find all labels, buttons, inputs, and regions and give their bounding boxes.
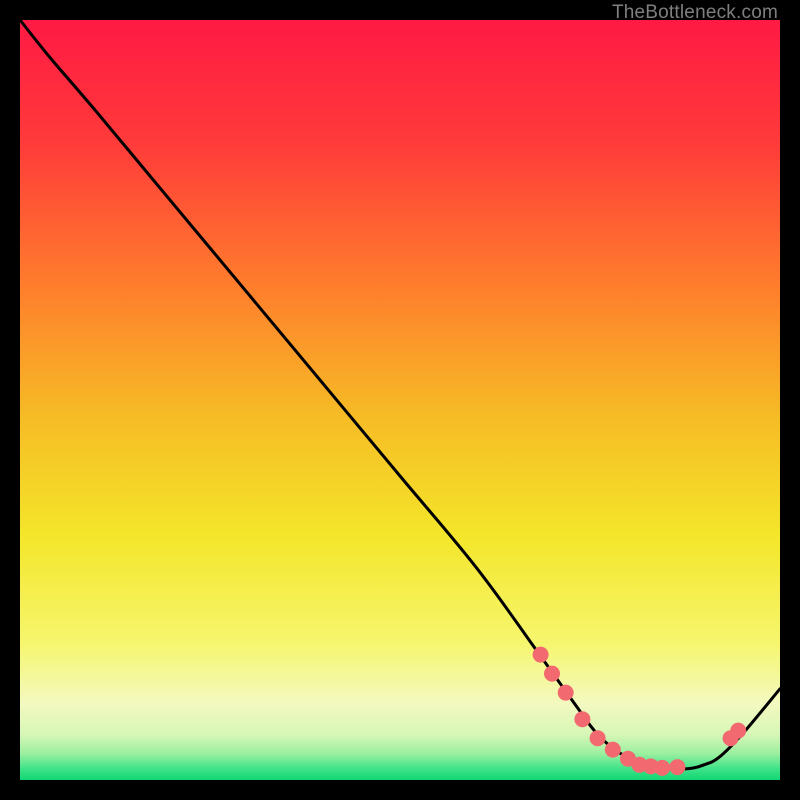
curve-layer <box>20 20 780 780</box>
data-dot <box>730 723 746 739</box>
data-dot <box>654 760 670 776</box>
chart-stage: TheBottleneck.com <box>0 0 800 800</box>
data-dot <box>590 730 606 746</box>
bottleneck-curve <box>20 20 780 769</box>
data-dot <box>558 685 574 701</box>
data-dot <box>605 742 621 758</box>
plot-area <box>20 20 780 780</box>
data-dot <box>574 711 590 727</box>
data-dot <box>533 647 549 663</box>
data-dot <box>669 759 685 775</box>
data-dot <box>544 666 560 682</box>
